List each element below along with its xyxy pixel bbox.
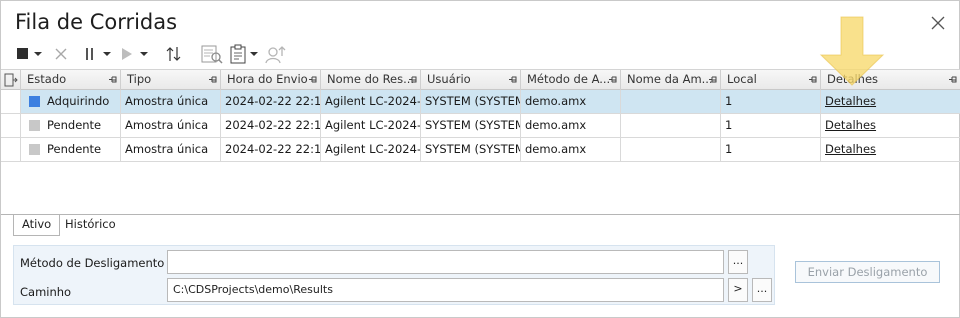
- toolbar: [13, 43, 313, 65]
- row-indicator: [1, 138, 21, 162]
- shutdown-panel: Método de Desligamento ... Caminho C:\CD…: [13, 245, 775, 305]
- cell-detalhes: Detalhes: [821, 114, 960, 138]
- cell-nome-amostra: [621, 138, 721, 162]
- tab-ativo[interactable]: Ativo: [13, 215, 61, 236]
- details-link[interactable]: Detalhes: [825, 94, 876, 108]
- row-indicator: [1, 90, 21, 114]
- highlight-arrow-icon: [819, 16, 885, 86]
- cell-tipo: Amostra única: [121, 114, 221, 138]
- user-action-button[interactable]: [265, 43, 287, 65]
- cell-hora-envio: 2024-02-22 22:12...: [221, 138, 321, 162]
- cell-nome-resultado: Agilent LC-2024-...: [321, 90, 421, 114]
- table-row[interactable]: Pendente Amostra única 2024-02-22 22:12.…: [1, 138, 960, 162]
- pause-button[interactable]: [85, 43, 111, 65]
- cell-usuario: SYSTEM (SYSTEM): [421, 90, 521, 114]
- cell-estado: Pendente: [21, 138, 121, 162]
- clipboard-button[interactable]: [229, 43, 258, 65]
- cell-estado: Pendente: [21, 114, 121, 138]
- shutdown-method-field[interactable]: [167, 250, 724, 274]
- play-button[interactable]: [121, 43, 148, 65]
- cell-hora-envio: 2024-02-22 22:12...: [221, 114, 321, 138]
- details-link[interactable]: Detalhes: [825, 142, 876, 156]
- stop-icon: [17, 48, 28, 59]
- details-link[interactable]: Detalhes: [825, 118, 876, 132]
- browse-method-button[interactable]: ...: [728, 250, 748, 274]
- cell-tipo: Amostra única: [121, 138, 221, 162]
- cell-metodo: demo.amx: [521, 138, 621, 162]
- column-chooser-button[interactable]: [1, 70, 21, 90]
- chevron-down-icon: [250, 52, 258, 56]
- cell-tipo: Amostra única: [121, 90, 221, 114]
- table-row[interactable]: Adquirindo Amostra única 2024-02-22 22:1…: [1, 90, 960, 114]
- browse-path-button[interactable]: ...: [752, 278, 772, 302]
- cancel-button[interactable]: [55, 43, 67, 65]
- status-indicator: [29, 96, 40, 107]
- cell-nome-amostra: [621, 90, 721, 114]
- pin-icon[interactable]: [409, 76, 417, 83]
- sort-button[interactable]: [165, 43, 183, 65]
- pause-icon: [86, 48, 93, 60]
- cell-nome-resultado: Agilent LC-2024-...: [321, 138, 421, 162]
- path-label: Caminho: [20, 285, 72, 299]
- pin-icon[interactable]: [709, 76, 717, 83]
- run-queue-grid: Estado Tipo Hora do Envio Nome do Res...…: [1, 69, 960, 215]
- clipboard-icon: [230, 44, 246, 64]
- cell-hora-envio: 2024-02-22 22:12...: [221, 90, 321, 114]
- column-header-tipo[interactable]: Tipo: [121, 70, 221, 90]
- column-header-metodo[interactable]: Método de A...: [521, 70, 621, 90]
- sort-icon: [166, 47, 181, 61]
- pin-icon[interactable]: [509, 76, 517, 83]
- path-arrow-button[interactable]: >: [728, 278, 748, 302]
- pin-icon[interactable]: [209, 76, 217, 83]
- run-queue-window: Fila de Corridas Estado Tipo Hora do Env…: [0, 0, 960, 318]
- cell-detalhes: Detalhes: [821, 90, 960, 114]
- shutdown-method-label: Método de Desligamento: [20, 256, 165, 270]
- pin-icon[interactable]: [809, 76, 817, 83]
- pin-icon[interactable]: [109, 76, 117, 83]
- column-header-hora-envio[interactable]: Hora do Envio: [221, 70, 321, 90]
- cell-nome-resultado: Agilent LC-2024-...: [321, 114, 421, 138]
- status-indicator: [29, 144, 40, 155]
- cell-usuario: SYSTEM (SYSTEM): [421, 114, 521, 138]
- cell-estado: Adquirindo: [21, 90, 121, 114]
- send-shutdown-button[interactable]: Enviar Desligamento: [795, 261, 940, 283]
- cancel-icon: [55, 48, 67, 60]
- queue-view-button[interactable]: [201, 43, 223, 65]
- window-title: Fila de Corridas: [15, 10, 178, 34]
- stop-button[interactable]: [17, 43, 42, 65]
- column-chooser-icon: [4, 73, 18, 87]
- tab-historico[interactable]: Histórico: [57, 215, 124, 236]
- play-icon: [122, 48, 132, 60]
- cell-usuario: SYSTEM (SYSTEM): [421, 138, 521, 162]
- queue-view-icon: [201, 45, 223, 64]
- chevron-down-icon: [34, 52, 42, 56]
- path-field[interactable]: C:\CDSProjects\demo\Results: [167, 278, 724, 302]
- column-header-usuario[interactable]: Usuário: [421, 70, 521, 90]
- pin-icon[interactable]: [609, 76, 617, 83]
- row-indicator: [1, 114, 21, 138]
- cell-local: 1: [721, 114, 821, 138]
- status-indicator: [29, 120, 40, 131]
- cell-metodo: demo.amx: [521, 114, 621, 138]
- pin-icon[interactable]: [309, 76, 317, 83]
- cell-local: 1: [721, 90, 821, 114]
- pin-icon[interactable]: [949, 76, 957, 83]
- cell-metodo: demo.amx: [521, 90, 621, 114]
- close-icon[interactable]: [929, 14, 947, 32]
- chevron-down-icon: [103, 52, 111, 56]
- chevron-down-icon: [140, 52, 148, 56]
- cell-nome-amostra: [621, 114, 721, 138]
- column-header-nome-amostra[interactable]: Nome da Am...: [621, 70, 721, 90]
- user-action-icon: [265, 46, 286, 64]
- column-header-nome-resultado[interactable]: Nome do Res...: [321, 70, 421, 90]
- cell-detalhes: Detalhes: [821, 138, 960, 162]
- cell-local: 1: [721, 138, 821, 162]
- table-row[interactable]: Pendente Amostra única 2024-02-22 22:12.…: [1, 114, 960, 138]
- column-header-local[interactable]: Local: [721, 70, 821, 90]
- column-header-estado[interactable]: Estado: [21, 70, 121, 90]
